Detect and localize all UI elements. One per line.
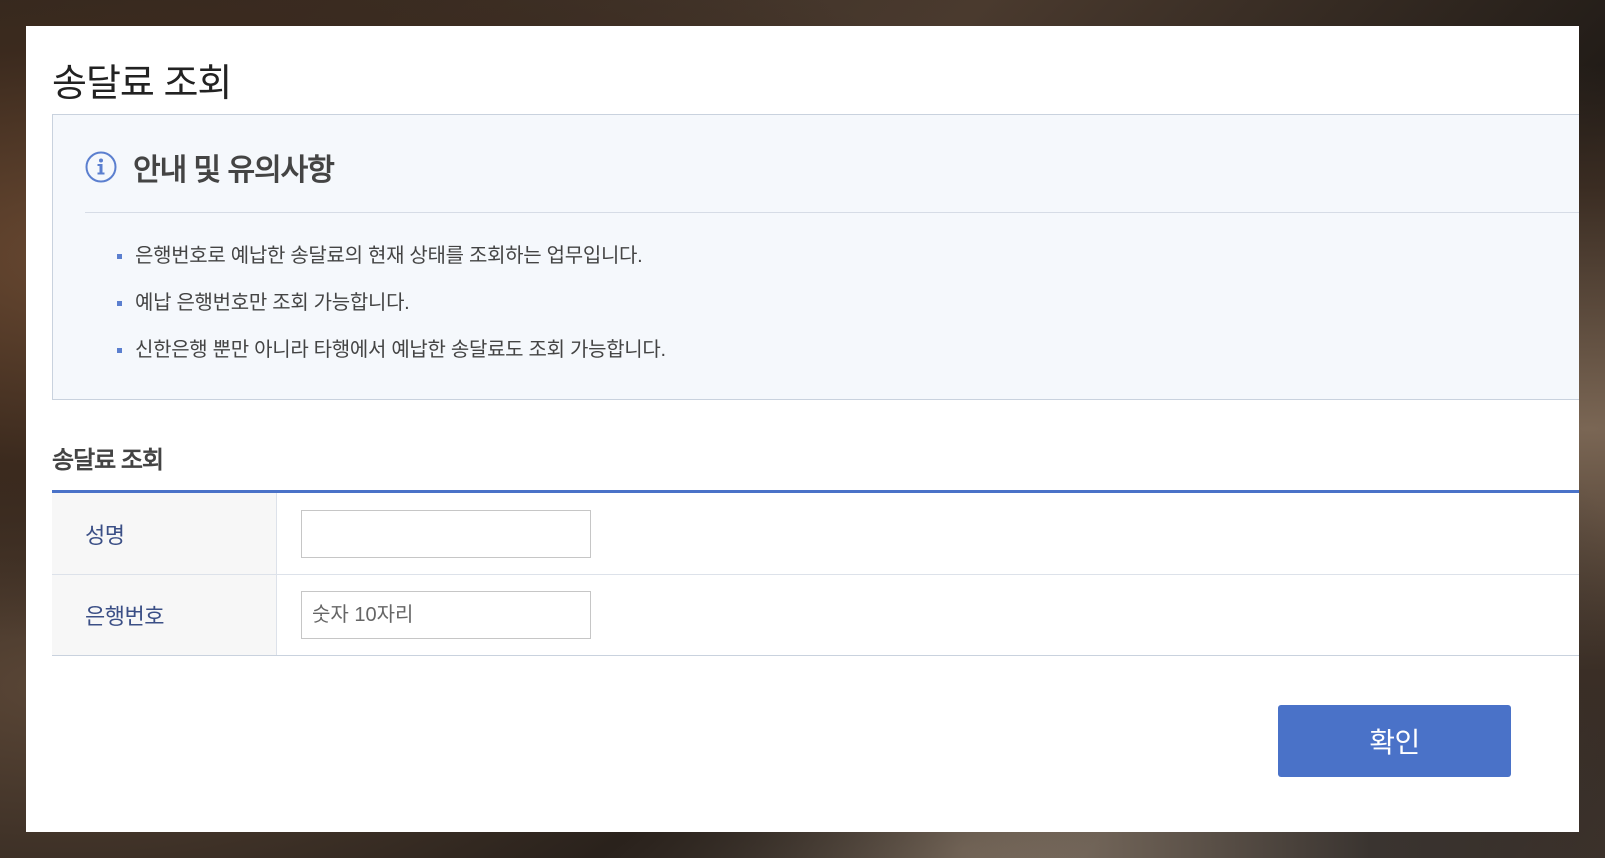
confirm-button[interactable]: 확인 — [1278, 705, 1511, 777]
lookup-form-table: 성명 은행번호 — [52, 490, 1579, 656]
bank-number-label: 은행번호 — [52, 575, 277, 655]
form-row-name: 성명 — [52, 493, 1579, 574]
modal-title: 송달료 조회 — [52, 63, 232, 105]
lookup-modal: 송달료 조회 안내 및 유의사항 은행번호로 예납한 송달료의 현재 상태를 조… — [26, 26, 1579, 832]
notice-item: 신한은행 뿐만 아니라 타행에서 예납한 송달료도 조회 가능합니다. — [117, 335, 666, 382]
notice-title: 안내 및 유의사항 — [133, 154, 335, 187]
notice-header: 안내 및 유의사항 — [85, 145, 335, 189]
bank-number-input[interactable] — [301, 591, 591, 639]
bank-number-field-cell — [277, 575, 1579, 655]
notice-divider — [85, 212, 1579, 213]
notice-item: 예납 은행번호만 조회 가능합니다. — [117, 288, 666, 335]
notice-item: 은행번호로 예납한 송달료의 현재 상태를 조회하는 업무입니다. — [117, 241, 666, 288]
notice-box: 안내 및 유의사항 은행번호로 예납한 송달료의 현재 상태를 조회하는 업무입… — [52, 114, 1579, 400]
notice-list: 은행번호로 예납한 송달료의 현재 상태를 조회하는 업무입니다. 예납 은행번… — [117, 241, 666, 382]
name-label: 성명 — [52, 493, 277, 574]
info-icon — [85, 151, 117, 183]
name-input[interactable] — [301, 509, 591, 558]
form-row-bank-number: 은행번호 — [52, 574, 1579, 655]
name-field-cell — [277, 493, 1579, 574]
section-title: 송달료 조회 — [52, 447, 164, 474]
